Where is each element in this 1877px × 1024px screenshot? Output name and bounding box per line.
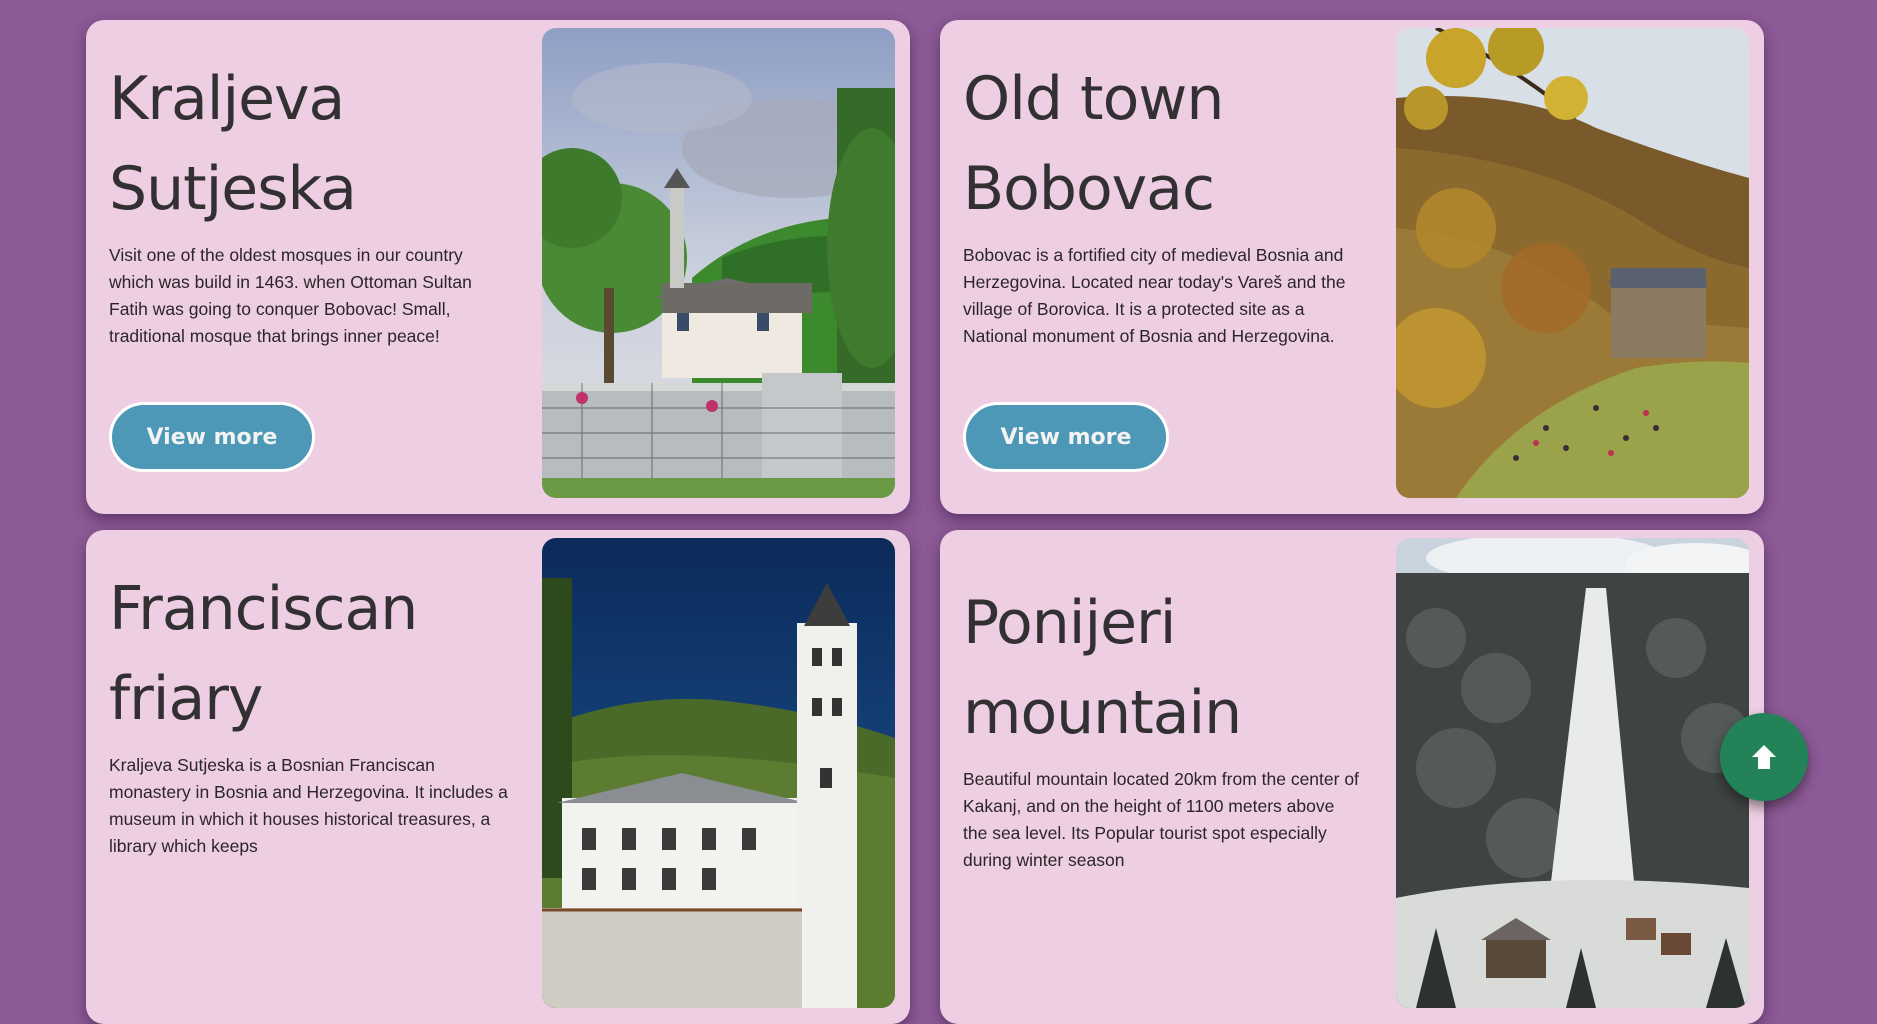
card-description: Bobovac is a fortified city of medieval …: [963, 245, 1346, 346]
friary-photo: [542, 538, 895, 1008]
card-title: Old town Bobovac: [963, 54, 1363, 234]
card-title-line1: Kraljeva: [109, 64, 345, 134]
card-text: Old town Bobovac Bobovac is a fortified …: [963, 54, 1363, 350]
bobovac-photo: [1396, 28, 1749, 498]
card-title: Ponijeri mountain: [963, 578, 1363, 758]
card-title-line2: mountain: [963, 678, 1242, 748]
destination-card-franciscan-friary: Franciscan friary Kraljeva Sutjeska is a…: [86, 530, 910, 1024]
card-title-line2: Bobovac: [963, 154, 1215, 224]
card-title: Kraljeva Sutjeska: [109, 54, 509, 234]
card-text: Franciscan friary Kraljeva Sutjeska is a…: [109, 564, 509, 860]
ponijeri-photo: [1396, 538, 1749, 1008]
card-description: Visit one of the oldest mosques in our c…: [109, 245, 472, 346]
card-title-line1: Franciscan: [109, 574, 418, 644]
scroll-to-top-button[interactable]: [1720, 713, 1808, 801]
card-text: Ponijeri mountain Beautiful mountain loc…: [963, 578, 1363, 874]
card-title-line2: friary: [109, 664, 263, 734]
view-more-button[interactable]: View more: [963, 402, 1169, 472]
card-title-line2: Sutjeska: [109, 154, 357, 224]
card-text: Kraljeva Sutjeska Visit one of the oldes…: [109, 54, 509, 350]
arrow-up-icon: [1752, 745, 1776, 769]
card-title: Franciscan friary: [109, 564, 509, 744]
destination-card-bobovac: Old town Bobovac Bobovac is a fortified …: [940, 20, 1764, 514]
mosque-photo: [542, 28, 895, 498]
destination-card-ponijeri: Ponijeri mountain Beautiful mountain loc…: [940, 530, 1764, 1024]
card-title-line1: Old town: [963, 64, 1224, 134]
view-more-button[interactable]: View more: [109, 402, 315, 472]
destination-card-kraljeva-sutjeska: Kraljeva Sutjeska Visit one of the oldes…: [86, 20, 910, 514]
card-title-line1: Ponijeri: [963, 588, 1176, 658]
card-description: Kraljeva Sutjeska is a Bosnian Francisca…: [109, 755, 508, 856]
